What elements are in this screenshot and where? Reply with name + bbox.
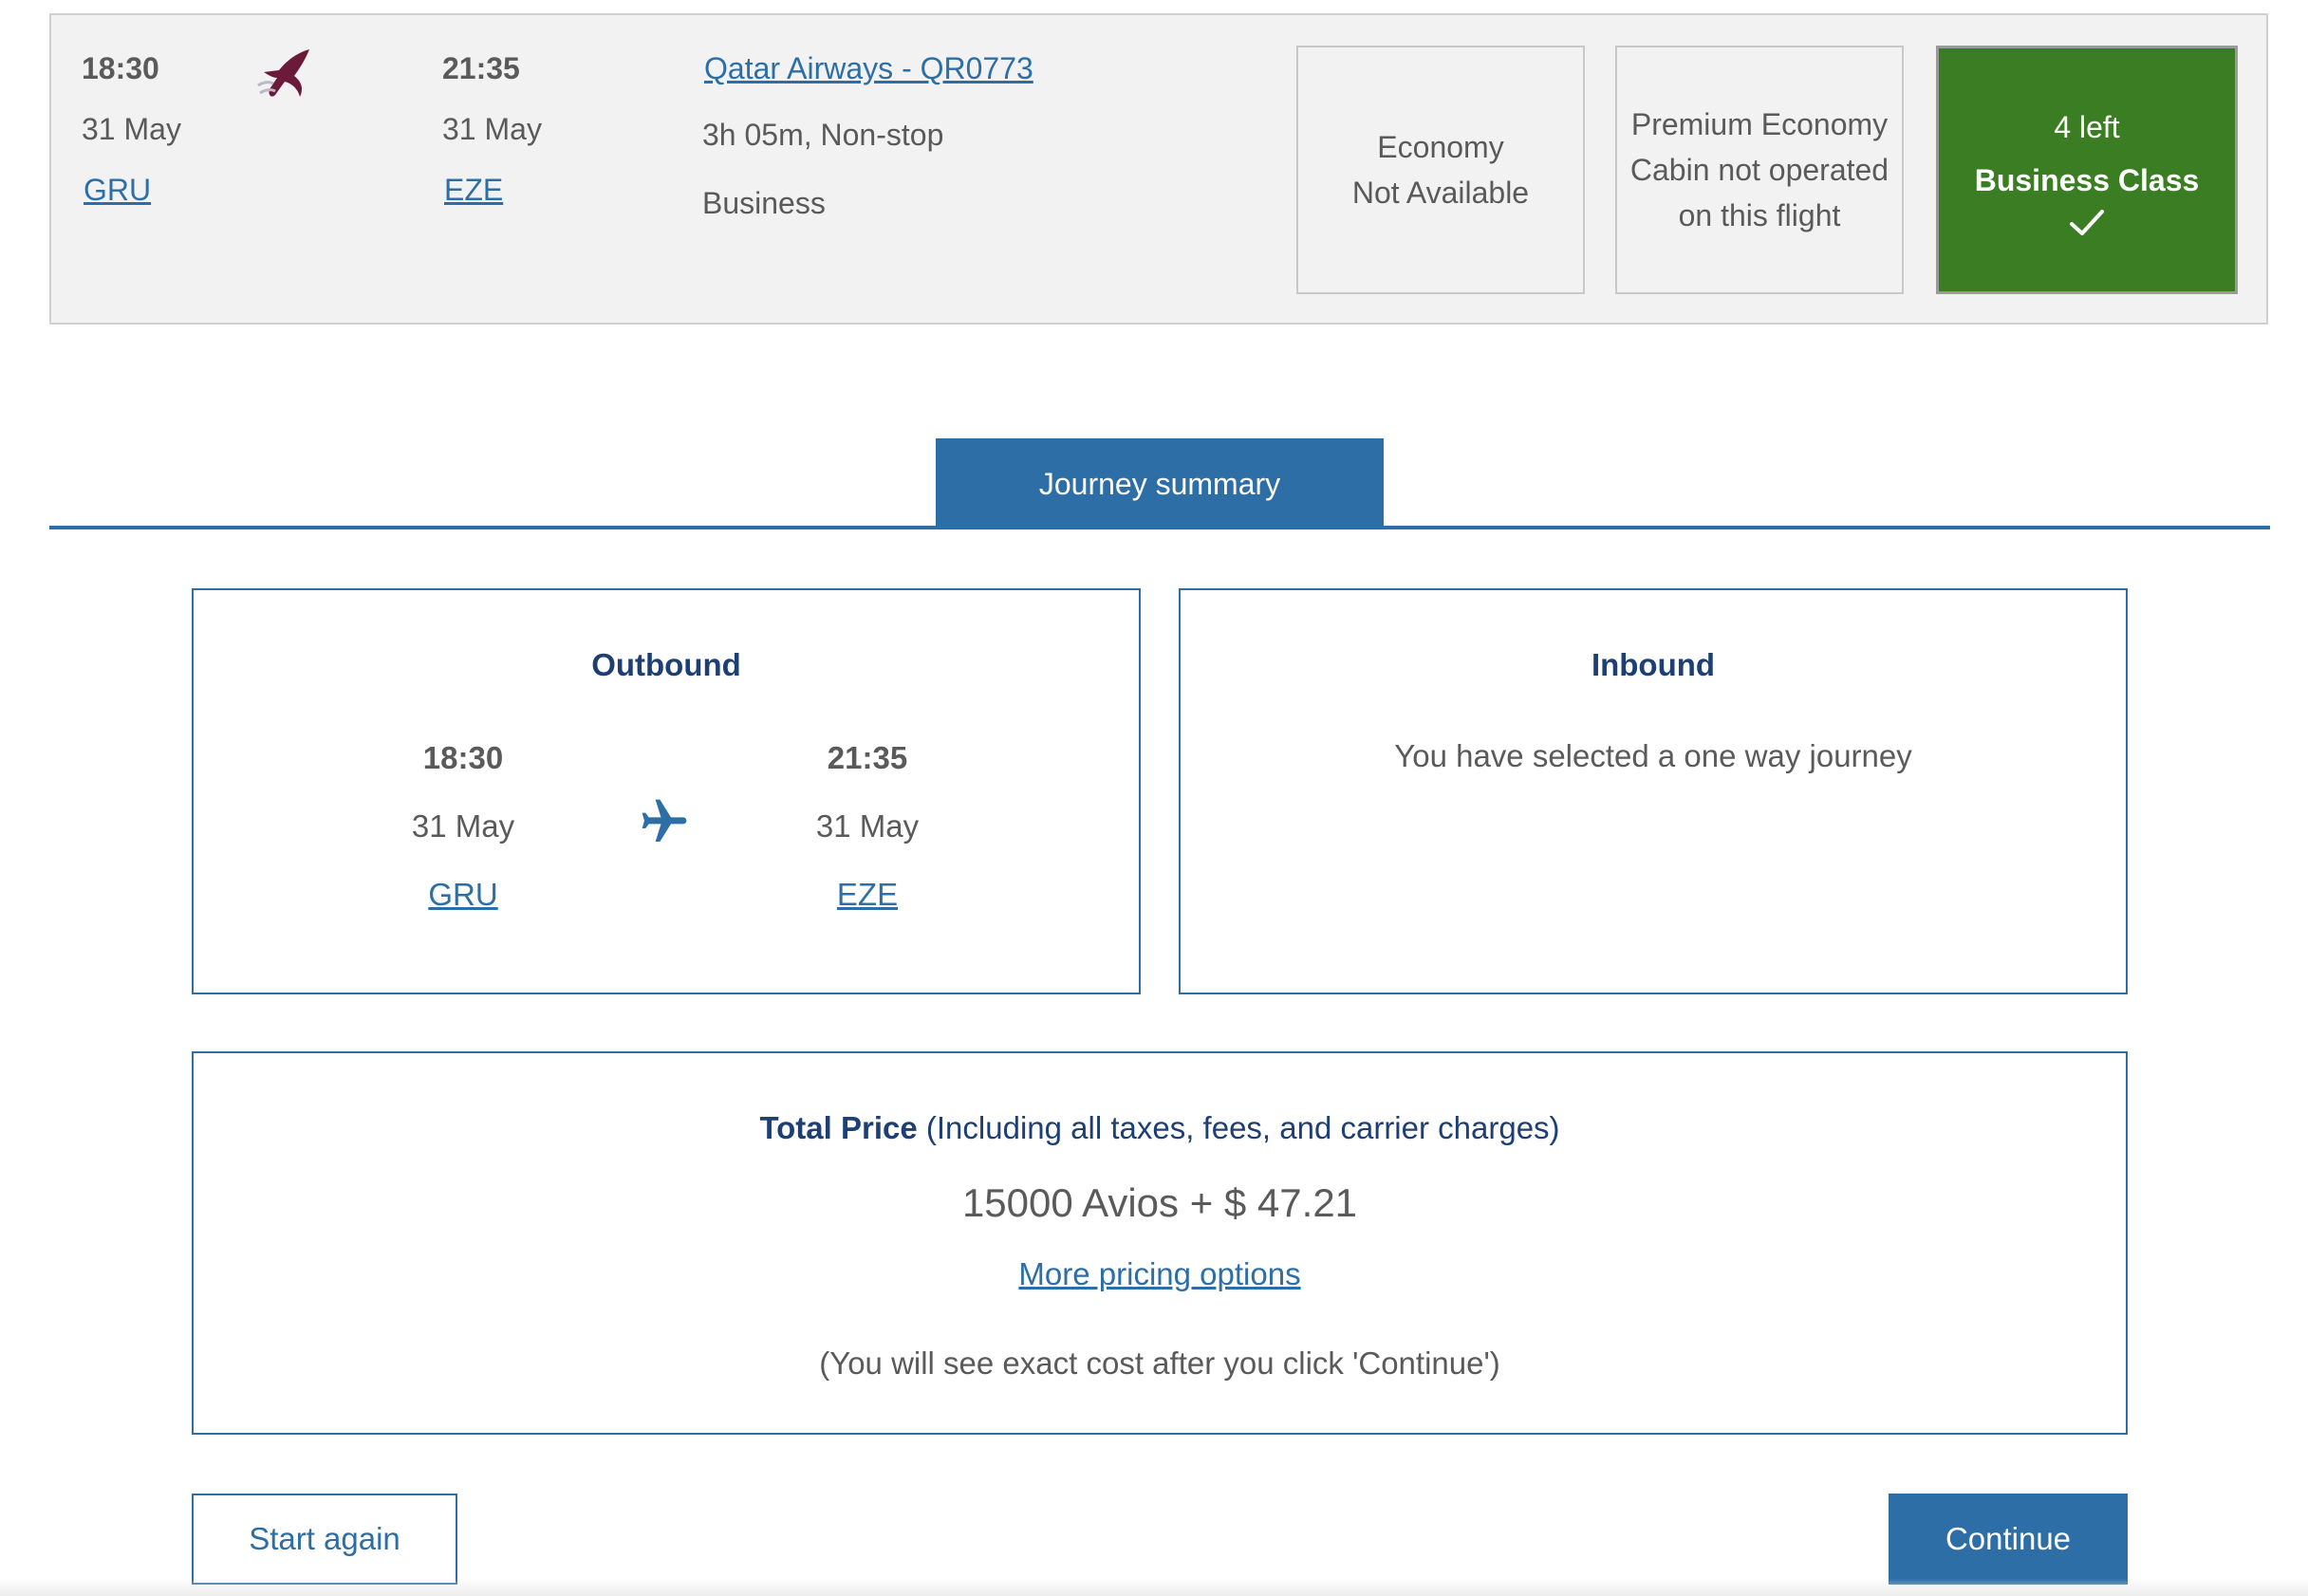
total-price-amount: 15000 Avios + $ 47.21 xyxy=(961,1180,1358,1225)
qatar-airways-logo-icon xyxy=(257,49,309,97)
cabin-premium-status-cont: on this flight xyxy=(1678,198,1841,232)
depart-airport-link[interactable]: GRU xyxy=(84,171,151,209)
inbound-title: Inbound xyxy=(1591,647,1716,682)
cabin-premium-status: Cabin not operated xyxy=(1629,153,1889,187)
airplane-icon xyxy=(642,799,687,842)
outbound-depart-airport-link[interactable]: GRU xyxy=(428,877,497,913)
outbound-arrive-date: 31 May xyxy=(815,808,920,844)
cabin-business-option[interactable]: 4 left Business Class xyxy=(1936,46,2238,294)
cabin-economy-name: Economy xyxy=(1377,130,1504,164)
flight-cabin: Business xyxy=(702,186,826,220)
flight-result-row: 18:30 31 May GRU 21:35 31 May EZE Qatar … xyxy=(49,13,2268,325)
cabin-premium-name: Premium Economy xyxy=(1630,107,1889,141)
seats-left-badge: 4 left xyxy=(2054,110,2120,144)
tab-journey-summary[interactable]: Journey summary xyxy=(936,438,1384,529)
outbound-arrive-time: 21:35 xyxy=(827,740,908,775)
outbound-title: Outbound xyxy=(591,647,741,682)
cabin-premium-economy-option: Premium Economy Cabin not operated on th… xyxy=(1615,46,1904,294)
outbound-panel: Outbound 18:30 31 May GRU 21:35 31 May E… xyxy=(192,588,1141,994)
tab-underline xyxy=(49,526,2270,529)
total-price-heading: Total Price (Including all taxes, fees, … xyxy=(194,1110,2126,1146)
outbound-depart-date: 31 May xyxy=(411,808,515,844)
flight-number-link[interactable]: Qatar Airways - QR0773 xyxy=(704,49,1033,87)
total-price-panel: Total Price (Including all taxes, fees, … xyxy=(192,1051,2128,1435)
depart-date: 31 May xyxy=(82,112,181,146)
cabin-business-name: Business Class xyxy=(1974,163,2200,197)
total-price-qualifier: (Including all taxes, fees, and carrier … xyxy=(925,1110,1560,1145)
cabin-economy-option: Economy Not Available xyxy=(1296,46,1585,294)
depart-time: 18:30 xyxy=(82,51,159,85)
inbound-message: You have selected a one way journey xyxy=(1394,738,1912,773)
flight-duration: 3h 05m, Non-stop xyxy=(702,118,944,152)
continue-button[interactable]: Continue xyxy=(1889,1494,2128,1585)
arrive-airport-link[interactable]: EZE xyxy=(444,171,503,209)
start-again-button[interactable]: Start again xyxy=(192,1494,457,1585)
more-pricing-options-link[interactable]: More pricing options xyxy=(1018,1256,1300,1291)
arrive-time: 21:35 xyxy=(442,51,520,85)
bottom-fade xyxy=(0,1579,2308,1596)
total-price-label: Total Price xyxy=(759,1110,918,1145)
checkmark-icon xyxy=(2070,210,2104,235)
outbound-depart-time: 18:30 xyxy=(422,740,504,775)
cabin-economy-status: Not Available xyxy=(1351,176,1530,210)
price-note: (You will see exact cost after you click… xyxy=(819,1345,1500,1381)
arrive-date: 31 May xyxy=(442,112,542,146)
outbound-arrive-airport-link[interactable]: EZE xyxy=(837,877,898,913)
inbound-panel: Inbound You have selected a one way jour… xyxy=(1179,588,2128,994)
